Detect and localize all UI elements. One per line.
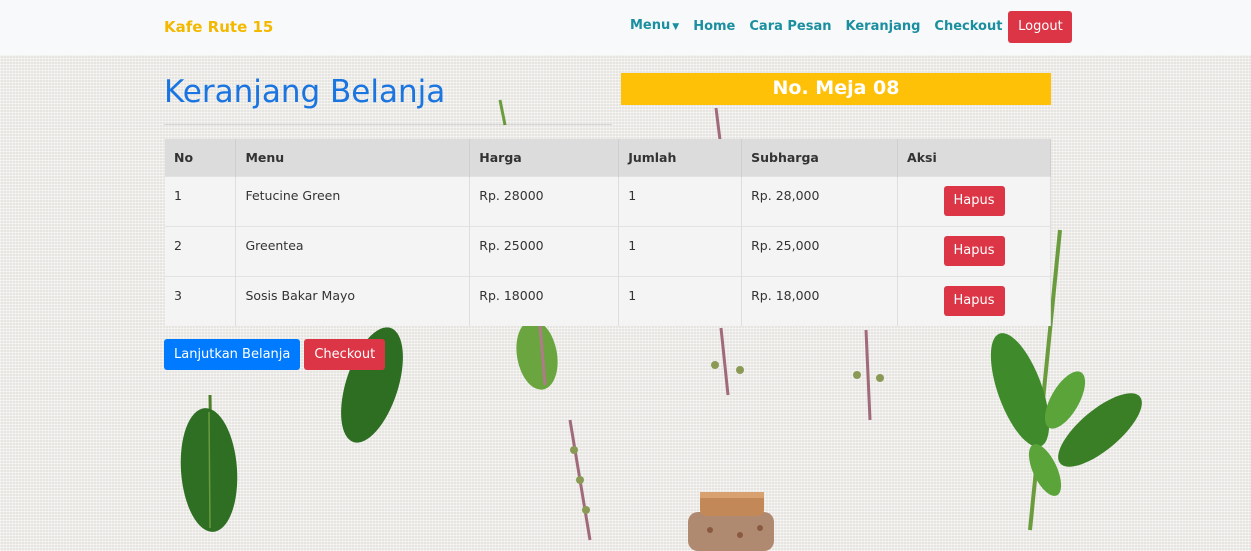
cell-subharga: Rp. 28,000 [741,175,899,226]
cell-aksi: Hapus [897,275,1051,326]
brand-logo-text[interactable]: Kafe Rute 15 [164,18,273,36]
cell-subharga: Rp. 25,000 [741,225,899,276]
cell-menu: Fetucine Green [235,175,471,226]
cell-no: 2 [165,225,237,276]
chevron-down-icon: ▼ [672,22,680,32]
cell-harga: Rp. 18000 [469,275,620,326]
column-header-aksi: Aksi [897,139,1051,176]
spice-jar [688,492,774,551]
nav-link-cara-pesan[interactable]: Cara Pesan [749,11,831,43]
cart-table: No Menu Harga Jumlah Subharga Aksi 1 Fet… [165,139,1051,326]
cell-menu: Sosis Bakar Mayo [235,275,471,326]
cell-menu: Greentea [235,225,471,276]
nav-link-checkout[interactable]: Checkout [934,11,1002,43]
column-header-harga: Harga [469,139,620,176]
cell-subharga: Rp. 18,000 [741,275,899,326]
column-header-no: No [165,139,237,176]
delete-item-button[interactable]: Hapus [943,235,1005,266]
top-navbar: Kafe Rute 15 Menu ▼ Home Cara Pesan Keran… [0,0,1251,55]
table-row: 2 Greentea Rp. 25000 1 Rp. 25,000 Hapus [165,225,1051,276]
logout-button[interactable]: Logout [1008,10,1073,43]
continue-shopping-button[interactable]: Lanjutkan Belanja [164,339,301,370]
title-divider [164,124,612,125]
cell-no: 1 [165,175,237,226]
nav-menu-label: Menu [630,18,671,33]
checkout-button[interactable]: Checkout [304,339,386,370]
basil-sprig-left [180,394,238,532]
table-header-row: No Menu Harga Jumlah Subharga Aksi [165,139,1051,176]
cell-aksi: Hapus [897,175,1051,226]
page-title: Keranjang Belanja [164,74,446,110]
cart-actions: Lanjutkan Belanja Checkout [164,339,389,370]
cell-jumlah: 1 [618,275,743,326]
nav-menu-dropdown[interactable]: Menu ▼ [630,10,679,43]
column-header-subharga: Subharga [741,139,899,176]
table-row: 3 Sosis Bakar Mayo Rp. 18000 1 Rp. 18,00… [165,275,1051,326]
nav-link-keranjang[interactable]: Keranjang [846,11,921,43]
table-number-badge: No. Meja 08 [621,73,1051,105]
cell-harga: Rp. 25000 [469,225,620,276]
delete-item-button[interactable]: Hapus [943,285,1005,316]
column-header-jumlah: Jumlah [618,139,743,176]
column-header-menu: Menu [235,139,471,176]
nav-links: Menu ▼ Home Cara Pesan Keranjang Checkout… [630,10,1073,43]
cell-no: 3 [165,275,237,326]
cell-aksi: Hapus [897,225,1051,276]
cell-harga: Rp. 28000 [469,175,620,226]
table-row: 1 Fetucine Green Rp. 28000 1 Rp. 28,000 … [165,175,1051,226]
cell-jumlah: 1 [618,175,743,226]
cell-jumlah: 1 [618,225,743,276]
nav-link-home[interactable]: Home [693,11,735,43]
delete-item-button[interactable]: Hapus [943,185,1005,216]
